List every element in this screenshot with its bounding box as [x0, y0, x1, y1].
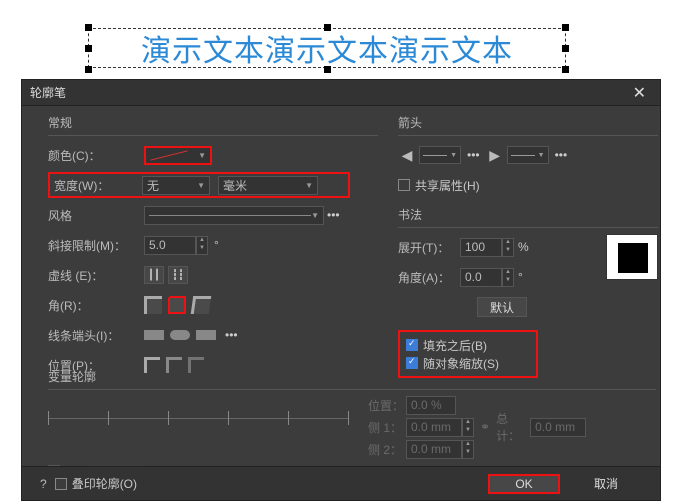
chevron-down-icon: ▼ — [311, 211, 319, 220]
variable-ruler[interactable] — [48, 406, 348, 430]
section-arrows: 箭头 — [398, 110, 658, 136]
section-calligraphy: 书法 — [398, 202, 658, 228]
label-color: 颜色(C)： — [48, 147, 144, 164]
color-dropdown[interactable]: ▼ — [144, 146, 212, 165]
stretch-unit: % — [518, 240, 529, 254]
stretch-input[interactable]: 100 — [460, 238, 502, 257]
var-position-input: 0.0 % — [406, 396, 456, 415]
cap-flat-icon[interactable] — [144, 330, 164, 340]
width-unit: 毫米 — [223, 177, 247, 194]
angle-unit: ° — [518, 270, 523, 284]
selection-handle[interactable] — [324, 66, 331, 73]
width-unit-dropdown[interactable]: 毫米 ▼ — [218, 176, 318, 195]
angle-input[interactable]: 0.0 — [460, 268, 502, 287]
behind-fill-checkbox[interactable] — [406, 339, 418, 351]
label-width: 宽度(W)： — [54, 177, 142, 194]
selection-handle[interactable] — [85, 66, 92, 73]
corner-round-icon[interactable] — [168, 296, 186, 314]
total-input: 0.0 mm — [530, 418, 586, 437]
label-side1: 侧 1： — [368, 419, 406, 436]
ok-button[interactable]: OK — [488, 474, 560, 494]
canvas-selected-text[interactable]: 演示文本演示文本演示文本 — [88, 28, 566, 68]
dialog-titlebar[interactable]: 轮廓笔 ✕ — [22, 80, 660, 106]
dash-option-2[interactable]: ┇┇ — [168, 266, 188, 284]
width-value-dropdown[interactable]: 无 ▼ — [142, 176, 210, 195]
arrow-end-more[interactable]: ••• — [552, 148, 571, 162]
section-general: 常规 — [48, 110, 378, 136]
chevron-down-icon: ▼ — [197, 181, 205, 190]
label-dashes: 虚线 (E)： — [48, 267, 144, 284]
angle-spinner[interactable]: ▲▼ — [502, 268, 514, 287]
share-attrs-checkbox[interactable] — [398, 179, 410, 191]
selection-handle[interactable] — [562, 45, 569, 52]
selection-handle[interactable] — [562, 66, 569, 73]
arrow-start-more[interactable]: ••• — [464, 148, 483, 162]
side1-input: 0.0 mm — [406, 418, 462, 437]
corner-bevel-icon[interactable] — [191, 296, 212, 314]
link-icon: ⚭ — [480, 420, 490, 434]
label-stretch: 展开(T)： — [398, 239, 460, 256]
close-icon[interactable]: ✕ — [627, 83, 652, 103]
selection-handle[interactable] — [85, 45, 92, 52]
caps-more-icon[interactable]: ••• — [222, 328, 241, 342]
cancel-button[interactable]: 取消 — [570, 474, 642, 494]
dash-option-1[interactable]: ┃┃ — [144, 266, 164, 284]
label-angle: 角度(A)： — [398, 269, 460, 286]
label-style: 风格 — [48, 207, 144, 224]
help-icon[interactable]: ? — [40, 477, 55, 491]
style-more-icon[interactable]: ••• — [324, 208, 343, 222]
cap-square-icon[interactable] — [196, 330, 216, 340]
chevron-down-icon: ▼ — [198, 151, 206, 160]
label-total: 总计： — [496, 410, 530, 444]
label-corners: 角(R)： — [48, 297, 144, 314]
miter-spinner[interactable]: ▲▼ — [196, 236, 208, 255]
style-dropdown[interactable]: ▼ — [144, 206, 324, 225]
overprint-checkbox[interactable] — [55, 478, 67, 490]
selection-handle[interactable] — [85, 24, 92, 31]
side1-spinner: ▲▼ — [462, 418, 474, 437]
label-behind-fill: 填充之后(B) — [423, 337, 487, 354]
selection-handle[interactable] — [562, 24, 569, 31]
stretch-spinner[interactable]: ▲▼ — [502, 238, 514, 257]
cap-round-icon[interactable] — [170, 330, 190, 340]
width-value: 无 — [147, 177, 159, 194]
section-variable: 变量轮廓 — [48, 364, 656, 390]
nib-preview — [606, 234, 658, 280]
chevron-down-icon: ▼ — [305, 181, 313, 190]
label-miter: 斜接限制(M)： — [48, 237, 144, 254]
side2-input: 0.0 mm — [406, 440, 462, 459]
outline-pen-dialog: 轮廓笔 ✕ 常规 颜色(C)： ▼ 宽度(W)： 无 ▼ — [21, 79, 661, 501]
no-color-icon — [150, 148, 188, 162]
label-side2: 侧 2： — [368, 441, 406, 458]
label-var-position: 位置： — [368, 397, 406, 414]
arrow-left-icon[interactable]: ◀ — [398, 146, 416, 164]
arrow-right-icon[interactable]: ▶ — [486, 146, 504, 164]
corner-miter-icon[interactable] — [144, 296, 162, 314]
dialog-button-bar: ? 叠印轮廓(O) OK 取消 — [22, 466, 660, 500]
side2-spinner: ▲▼ — [462, 440, 474, 459]
label-overprint: 叠印轮廓(O) — [72, 475, 137, 492]
arrow-end-dropdown[interactable]: ▼ — [507, 146, 549, 164]
default-button[interactable]: 默认 — [477, 297, 527, 317]
selection-handle[interactable] — [324, 24, 331, 31]
dialog-title: 轮廓笔 — [30, 84, 66, 101]
label-caps: 线条端头(I)： — [48, 327, 144, 344]
arrow-start-dropdown[interactable]: ▼ — [419, 146, 461, 164]
miter-input[interactable]: 5.0 — [144, 236, 196, 255]
label-share-attrs: 共享属性(H) — [415, 177, 480, 194]
miter-unit: ° — [214, 238, 219, 252]
